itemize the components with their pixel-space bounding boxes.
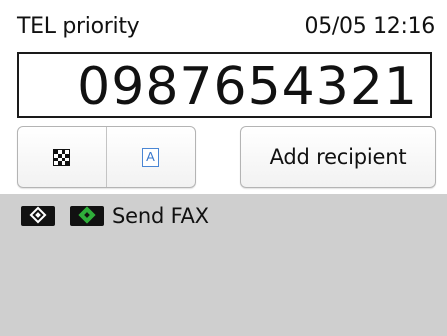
black-start-icon xyxy=(21,206,55,226)
color-start-icon xyxy=(70,206,104,226)
mode-label: TEL priority xyxy=(17,14,140,39)
letter-a-icon: A xyxy=(142,148,159,167)
status-header: TEL priority 05/05 12:16 xyxy=(0,0,447,50)
checkered-icon xyxy=(53,149,70,166)
color-button[interactable]: A xyxy=(107,127,195,187)
bottom-panel xyxy=(0,194,447,336)
send-fax-label: Send FAX xyxy=(112,204,209,228)
fax-screen: TEL priority 05/05 12:16 0987654321 A Ad… xyxy=(0,0,447,336)
fax-number-display[interactable]: 0987654321 xyxy=(17,52,432,118)
add-recipient-label: Add recipient xyxy=(269,145,407,169)
date-time: 05/05 12:16 xyxy=(304,14,436,39)
fax-number-text: 0987654321 xyxy=(77,57,418,117)
black-white-button[interactable] xyxy=(18,127,106,187)
add-recipient-button[interactable]: Add recipient xyxy=(240,126,436,188)
color-mode-toggle: A xyxy=(17,126,196,188)
